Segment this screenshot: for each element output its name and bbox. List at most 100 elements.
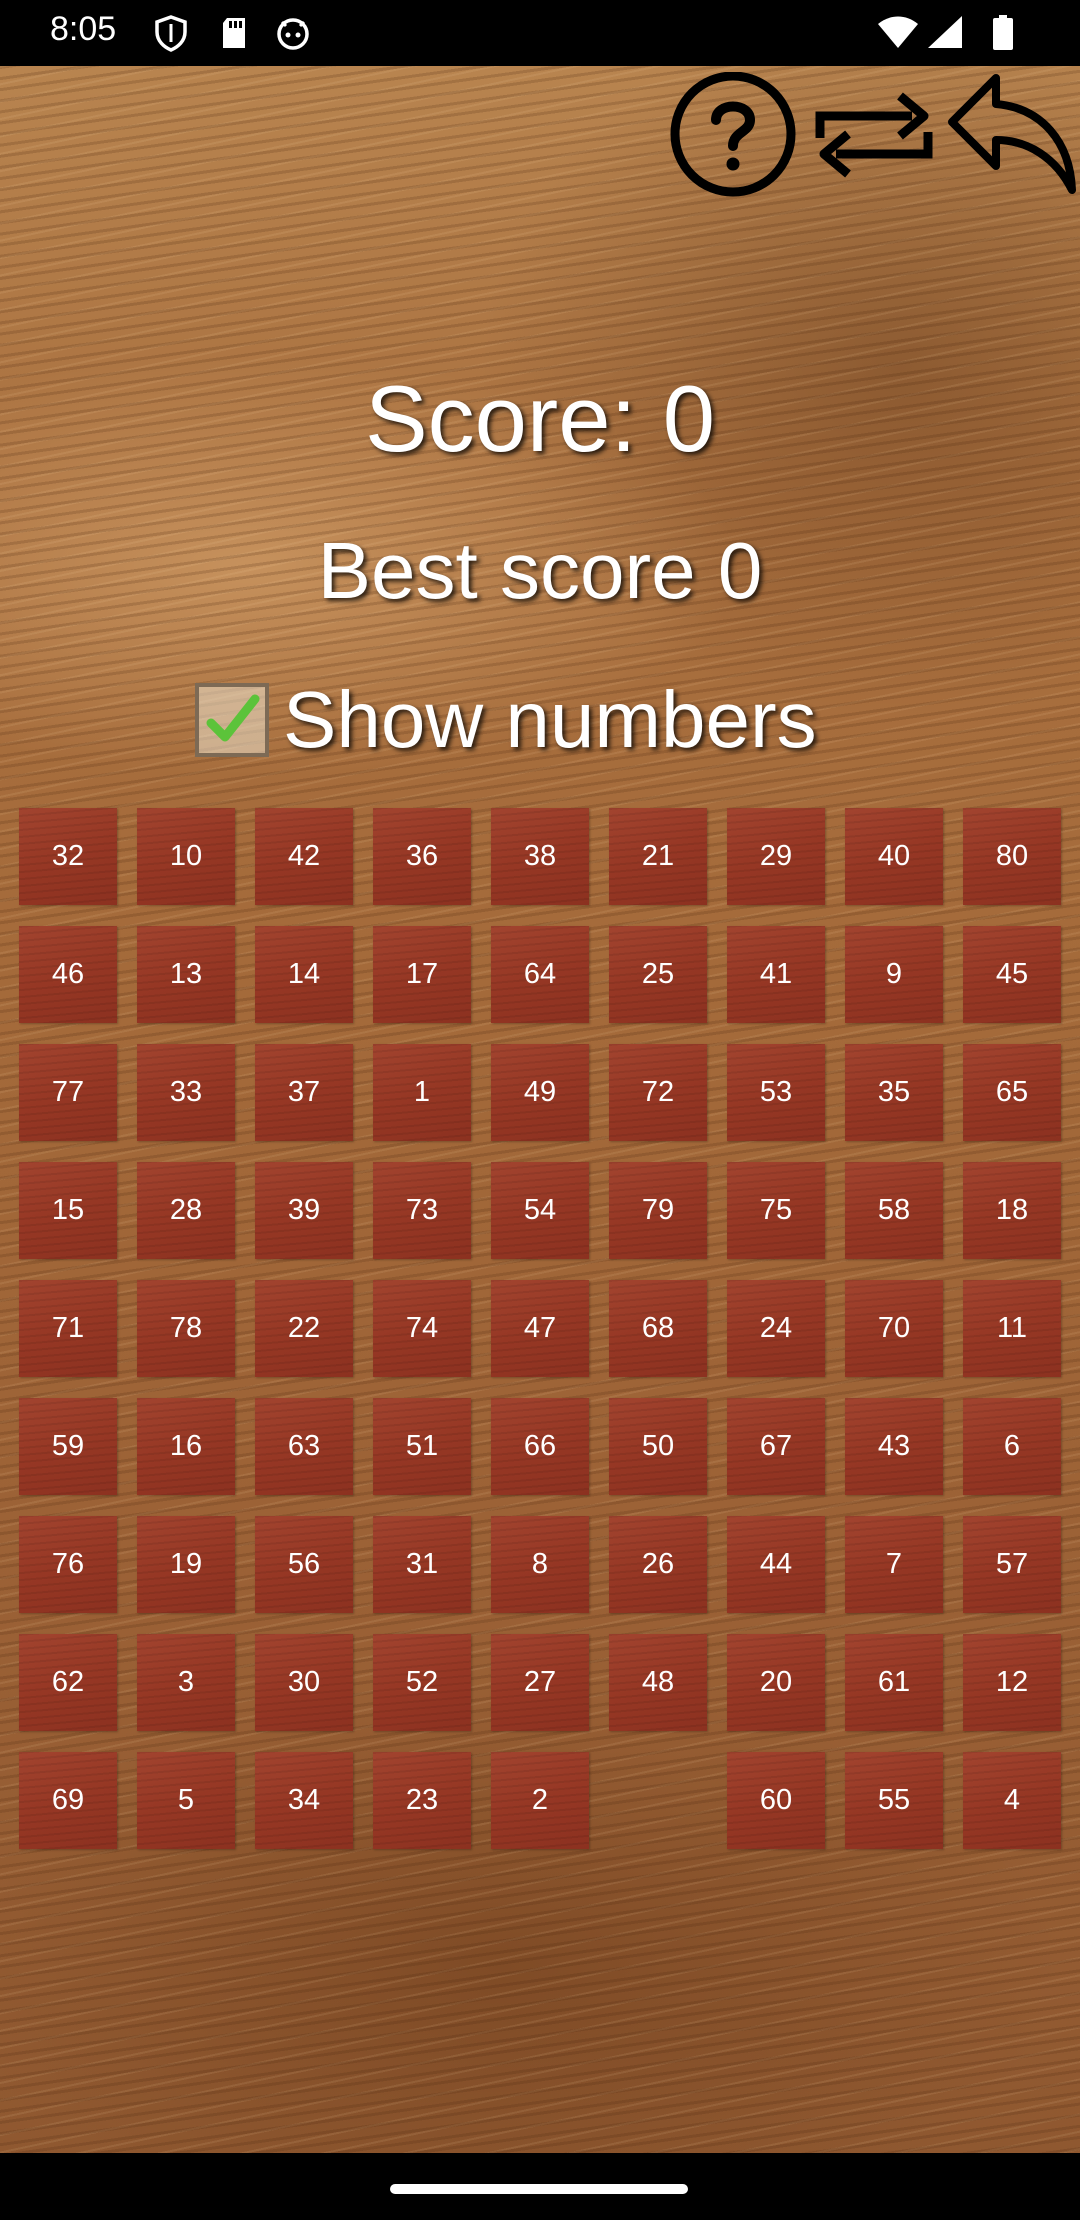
android-icon bbox=[274, 14, 312, 52]
tile[interactable]: 26 bbox=[609, 1516, 707, 1613]
tile[interactable]: 18 bbox=[963, 1162, 1061, 1259]
tile[interactable]: 40 bbox=[845, 808, 943, 905]
app-root: 8:05 Score: 0 Best score 0 Show numbers … bbox=[0, 0, 1080, 2220]
tile[interactable]: 35 bbox=[845, 1044, 943, 1141]
tile[interactable]: 58 bbox=[845, 1162, 943, 1259]
restart-icon bbox=[815, 92, 933, 178]
tile[interactable]: 42 bbox=[255, 808, 353, 905]
show-numbers-checkbox[interactable] bbox=[195, 683, 269, 757]
tile[interactable]: 9 bbox=[845, 926, 943, 1023]
tile[interactable]: 61 bbox=[845, 1634, 943, 1731]
tile[interactable]: 73 bbox=[373, 1162, 471, 1259]
tile[interactable]: 66 bbox=[491, 1398, 589, 1495]
shield-icon bbox=[152, 14, 190, 52]
check-icon bbox=[206, 694, 260, 742]
tile[interactable]: 51 bbox=[373, 1398, 471, 1495]
tile[interactable]: 11 bbox=[963, 1280, 1061, 1377]
show-numbers-row[interactable]: Show numbers bbox=[195, 675, 817, 765]
tile[interactable]: 12 bbox=[963, 1634, 1061, 1731]
tile[interactable]: 71 bbox=[19, 1280, 117, 1377]
tile[interactable]: 54 bbox=[491, 1162, 589, 1259]
status-bar: 8:05 bbox=[0, 0, 1080, 66]
tile[interactable]: 24 bbox=[727, 1280, 825, 1377]
tile[interactable]: 52 bbox=[373, 1634, 471, 1731]
tile[interactable]: 30 bbox=[255, 1634, 353, 1731]
tile[interactable]: 5 bbox=[137, 1752, 235, 1849]
tile[interactable]: 8 bbox=[491, 1516, 589, 1613]
tile[interactable]: 68 bbox=[609, 1280, 707, 1377]
tile[interactable]: 59 bbox=[19, 1398, 117, 1495]
sd-card-icon bbox=[216, 14, 254, 52]
tile[interactable]: 38 bbox=[491, 808, 589, 905]
tile[interactable]: 79 bbox=[609, 1162, 707, 1259]
tile[interactable]: 49 bbox=[491, 1044, 589, 1141]
tile[interactable]: 1 bbox=[373, 1044, 471, 1141]
tile[interactable]: 76 bbox=[19, 1516, 117, 1613]
tile[interactable]: 74 bbox=[373, 1280, 471, 1377]
tile[interactable]: 2 bbox=[491, 1752, 589, 1849]
tile[interactable]: 7 bbox=[845, 1516, 943, 1613]
score-text: Score: 0 bbox=[364, 366, 716, 471]
tile[interactable]: 10 bbox=[137, 808, 235, 905]
tile[interactable]: 37 bbox=[255, 1044, 353, 1141]
tile[interactable]: 57 bbox=[963, 1516, 1061, 1613]
tile[interactable]: 44 bbox=[727, 1516, 825, 1613]
tile[interactable]: 6 bbox=[963, 1398, 1061, 1495]
status-time: 8:05 bbox=[50, 10, 117, 48]
tile[interactable]: 27 bbox=[491, 1634, 589, 1731]
tile[interactable]: 22 bbox=[255, 1280, 353, 1377]
tile[interactable]: 29 bbox=[727, 808, 825, 905]
tile[interactable]: 70 bbox=[845, 1280, 943, 1377]
tile[interactable]: 75 bbox=[727, 1162, 825, 1259]
tile[interactable]: 34 bbox=[255, 1752, 353, 1849]
tile[interactable]: 33 bbox=[137, 1044, 235, 1141]
tile[interactable]: 17 bbox=[373, 926, 471, 1023]
tile[interactable]: 31 bbox=[373, 1516, 471, 1613]
tile[interactable]: 32 bbox=[19, 808, 117, 905]
battery-icon bbox=[992, 14, 1014, 52]
tile[interactable]: 41 bbox=[727, 926, 825, 1023]
tile[interactable]: 39 bbox=[255, 1162, 353, 1259]
restart-button[interactable] bbox=[812, 72, 942, 202]
tile[interactable]: 21 bbox=[609, 808, 707, 905]
home-handle[interactable] bbox=[390, 2184, 688, 2194]
tile[interactable]: 43 bbox=[845, 1398, 943, 1495]
tile[interactable]: 14 bbox=[255, 926, 353, 1023]
tile[interactable]: 55 bbox=[845, 1752, 943, 1849]
tile[interactable]: 47 bbox=[491, 1280, 589, 1377]
signal-icon bbox=[924, 14, 964, 52]
back-icon bbox=[948, 74, 1076, 194]
tile[interactable]: 4 bbox=[963, 1752, 1061, 1849]
wifi-icon bbox=[876, 14, 920, 52]
tile[interactable]: 15 bbox=[19, 1162, 117, 1259]
tile[interactable]: 78 bbox=[137, 1280, 235, 1377]
tile[interactable]: 13 bbox=[137, 926, 235, 1023]
tile[interactable]: 56 bbox=[255, 1516, 353, 1613]
tile[interactable]: 50 bbox=[609, 1398, 707, 1495]
tile[interactable]: 62 bbox=[19, 1634, 117, 1731]
tile[interactable]: 25 bbox=[609, 926, 707, 1023]
tile[interactable]: 20 bbox=[727, 1634, 825, 1731]
help-button[interactable] bbox=[666, 71, 796, 202]
tile[interactable]: 72 bbox=[609, 1044, 707, 1141]
tile[interactable]: 77 bbox=[19, 1044, 117, 1141]
tile[interactable]: 28 bbox=[137, 1162, 235, 1259]
tile[interactable]: 80 bbox=[963, 808, 1061, 905]
show-numbers-label: Show numbers bbox=[283, 675, 817, 764]
tile[interactable]: 46 bbox=[19, 926, 117, 1023]
tile[interactable]: 16 bbox=[137, 1398, 235, 1495]
tile[interactable]: 23 bbox=[373, 1752, 471, 1849]
tile[interactable]: 36 bbox=[373, 808, 471, 905]
back-button[interactable] bbox=[946, 72, 1076, 202]
tile[interactable]: 19 bbox=[137, 1516, 235, 1613]
tile[interactable]: 67 bbox=[727, 1398, 825, 1495]
tile[interactable]: 63 bbox=[255, 1398, 353, 1495]
tile[interactable]: 69 bbox=[19, 1752, 117, 1849]
tile[interactable]: 48 bbox=[609, 1634, 707, 1731]
tile[interactable]: 3 bbox=[137, 1634, 235, 1731]
tile[interactable]: 53 bbox=[727, 1044, 825, 1141]
tile[interactable]: 65 bbox=[963, 1044, 1061, 1141]
tile[interactable]: 64 bbox=[491, 926, 589, 1023]
tile[interactable]: 45 bbox=[963, 926, 1061, 1023]
tile[interactable]: 60 bbox=[727, 1752, 825, 1849]
